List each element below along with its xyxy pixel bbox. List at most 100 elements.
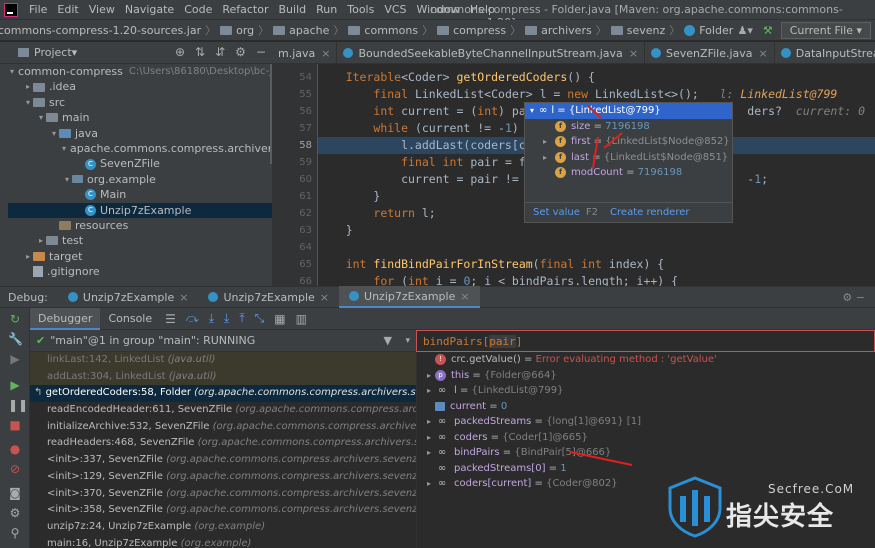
chevron-down-icon[interactable]: ▾ <box>62 172 72 187</box>
variable-row[interactable]: ▸ ∞ packedStreams = {long[1]@691} [1] <box>417 414 875 430</box>
pin-icon[interactable]: ⚲ <box>8 526 22 540</box>
rerun-icon[interactable]: ↻ <box>8 312 22 326</box>
resume-program-icon[interactable]: ▶ <box>8 378 22 392</box>
stack-frame[interactable]: readHeaders:468, SevenZFile (org.apache.… <box>30 435 416 452</box>
stack-frame[interactable]: unzip7z:24, Unzip7zExample (org.example) <box>30 519 416 536</box>
tab-debugger[interactable]: Debugger <box>30 307 101 330</box>
editor-tab[interactable]: SevenZFile.java × <box>645 42 775 63</box>
tree-item[interactable]: ▾ org.example <box>8 172 272 187</box>
variable-row[interactable]: ▸ ∞ coders[current] = {Coder@802} <box>417 476 875 492</box>
expand-icon[interactable]: ⇵ <box>215 45 225 59</box>
stack-frame[interactable]: <init>:337, SevenZFile (org.apache.commo… <box>30 452 416 469</box>
tree-item[interactable]: ▾ java <box>8 126 272 141</box>
chevron-down-icon[interactable]: ▾ <box>525 103 539 119</box>
thread-selector[interactable]: ✔ "main"@1 in group "main": RUNNING ▼ ▾ <box>30 330 416 352</box>
editor-tab[interactable]: DataInputStream.java× <box>775 42 875 63</box>
tree-item[interactable]: ▾ apache.commons.compress.archivers.sev <box>8 141 272 156</box>
chevron-down-icon[interactable]: ▾ <box>36 110 46 125</box>
popup-header[interactable]: ▾ ∞ l = {LinkedList@799} <box>525 103 732 119</box>
build-hammer-icon[interactable]: ⚒ <box>763 24 773 37</box>
menu-vcs[interactable]: VCS <box>379 3 411 16</box>
popup-field-row[interactable]: f size = 7196198 <box>525 119 732 135</box>
debug-session-tab[interactable]: Unzip7zExample × <box>339 286 480 308</box>
chevron-right-icon[interactable]: ▸ <box>36 233 46 248</box>
collapse-all-icon[interactable]: ⇅ <box>195 45 205 59</box>
evaluate-expression-icon[interactable]: ▦ <box>274 312 285 326</box>
watch-expression-input[interactable]: bindPairs[pair] <box>416 330 875 352</box>
project-title[interactable]: Project ▾ <box>18 46 77 59</box>
tree-item[interactable]: C SevenZFile <box>8 156 272 171</box>
stack-frame[interactable]: initializeArchive:532, SevenZFile (org.a… <box>30 419 416 436</box>
force-step-into-icon[interactable]: ⤓ <box>224 311 229 326</box>
debug-session-tab[interactable]: Unzip7zExample × <box>198 286 339 308</box>
gear-icon[interactable]: ⚙ <box>235 45 246 59</box>
stack-frame[interactable]: <init>:370, SevenZFile (org.apache.commo… <box>30 486 416 503</box>
debug-session-tab[interactable]: Unzip7zExample × <box>58 286 199 308</box>
tree-item[interactable]: .gitignore <box>8 264 272 279</box>
set-value-link[interactable]: Set value <box>533 207 580 218</box>
step-over-icon[interactable]: ⤼ <box>186 311 199 326</box>
chevron-right-icon[interactable]: ▸ <box>23 249 33 264</box>
tree-item[interactable]: ▸ .idea <box>8 79 272 94</box>
stack-frame[interactable]: linkLast:142, LinkedList (java.util) <box>30 352 416 369</box>
tab-console[interactable]: Console <box>100 308 160 330</box>
close-icon[interactable]: × <box>321 47 330 60</box>
stack-frame[interactable]: ↰ getOrderedCoders:58, Folder (org.apach… <box>30 385 416 403</box>
stack-frame[interactable]: <init>:129, SevenZFile (org.apache.commo… <box>30 469 416 486</box>
chevron-right-icon[interactable]: ▸ <box>423 476 435 492</box>
camera-icon[interactable]: ◙ <box>8 486 22 500</box>
close-icon[interactable]: × <box>759 47 768 60</box>
breadcrumb-apache[interactable]: apache <box>289 24 329 37</box>
menu-file[interactable]: File <box>24 3 52 16</box>
mute-breakpoints-icon[interactable]: ⊘ <box>8 462 22 476</box>
user-icon[interactable]: ♟▾ <box>737 24 752 37</box>
menu-tools[interactable]: Tools <box>342 3 379 16</box>
stack-frame[interactable]: <init>:358, SevenZFile (org.apache.commo… <box>30 502 416 519</box>
settings-gear-icon[interactable]: ⚙ − <box>842 291 865 304</box>
settings-icon[interactable]: ⚙ <box>8 506 22 520</box>
breadcrumb-folder[interactable]: Folder <box>699 24 733 37</box>
variable-row[interactable]: ▸ ∞ coders = {Coder[1]@665} <box>417 430 875 446</box>
chevron-down-icon[interactable]: ▾ <box>49 126 59 141</box>
breadcrumb-sevenz[interactable]: sevenz <box>627 24 666 37</box>
breadcrumb-compress[interactable]: compress <box>453 24 506 37</box>
popup-field-row[interactable]: ▸ f first = {LinkedList$Node@852} <box>525 134 732 150</box>
run-to-cursor-icon[interactable]: ⤡ <box>255 311 265 326</box>
close-icon[interactable]: × <box>629 47 638 60</box>
tree-item[interactable]: resources <box>8 218 272 233</box>
close-icon[interactable]: × <box>179 291 188 304</box>
stop-icon[interactable]: ■ <box>8 418 22 432</box>
run-configuration-select[interactable]: Current File ▾ <box>780 22 871 39</box>
chevron-right-icon[interactable]: ▸ <box>423 368 435 384</box>
chevron-right-icon[interactable]: ▸ <box>423 414 435 430</box>
menu-refactor[interactable]: Refactor <box>217 3 273 16</box>
debug-value-popup[interactable]: ▾ ∞ l = {LinkedList@799} f size = 7196198… <box>524 102 733 223</box>
tree-item[interactable]: ▾ main <box>8 110 272 125</box>
hide-icon[interactable]: − <box>256 45 266 59</box>
variable-row[interactable]: ∞ packedStreams[0] = 1 <box>417 461 875 477</box>
filter-icon[interactable]: ▼ <box>384 334 392 347</box>
chevron-right-icon[interactable]: ▸ <box>423 383 435 399</box>
breadcrumb-commons[interactable]: commons <box>364 24 418 37</box>
close-icon[interactable]: × <box>320 291 329 304</box>
resume-icon[interactable]: ▶ <box>8 352 22 366</box>
tree-item[interactable]: ▾ src <box>8 95 272 110</box>
chevron-down-icon[interactable]: ▾ <box>405 336 410 346</box>
popup-field-row[interactable]: f modCount = 7196198 <box>525 165 732 181</box>
menu-navigate[interactable]: Navigate <box>120 3 179 16</box>
variable-row[interactable]: ▸ p this = {Folder@664} <box>417 368 875 384</box>
wrench-icon[interactable]: 🔧 <box>8 332 23 346</box>
stack-frame[interactable]: readEncodedHeader:611, SevenZFile (org.a… <box>30 402 416 419</box>
chevron-down-icon[interactable]: ▾ <box>23 95 33 110</box>
breadcrumb-org[interactable]: org <box>236 24 254 37</box>
chevron-right-icon[interactable]: ▸ <box>423 445 435 461</box>
chevron-right-icon[interactable]: ▸ <box>543 134 555 150</box>
view-breakpoints-icon[interactable]: ● <box>8 442 22 456</box>
menu-edit[interactable]: Edit <box>52 3 83 16</box>
variable-row[interactable]: current = 0 <box>417 399 875 415</box>
layout-icon[interactable]: ▥ <box>296 312 307 326</box>
tree-item[interactable]: ▸ target <box>8 249 272 264</box>
popup-field-row[interactable]: ▸ f last = {LinkedList$Node@851} <box>525 150 732 166</box>
breadcrumb-archivers[interactable]: archivers <box>541 24 592 37</box>
menu-run[interactable]: Run <box>311 3 342 16</box>
